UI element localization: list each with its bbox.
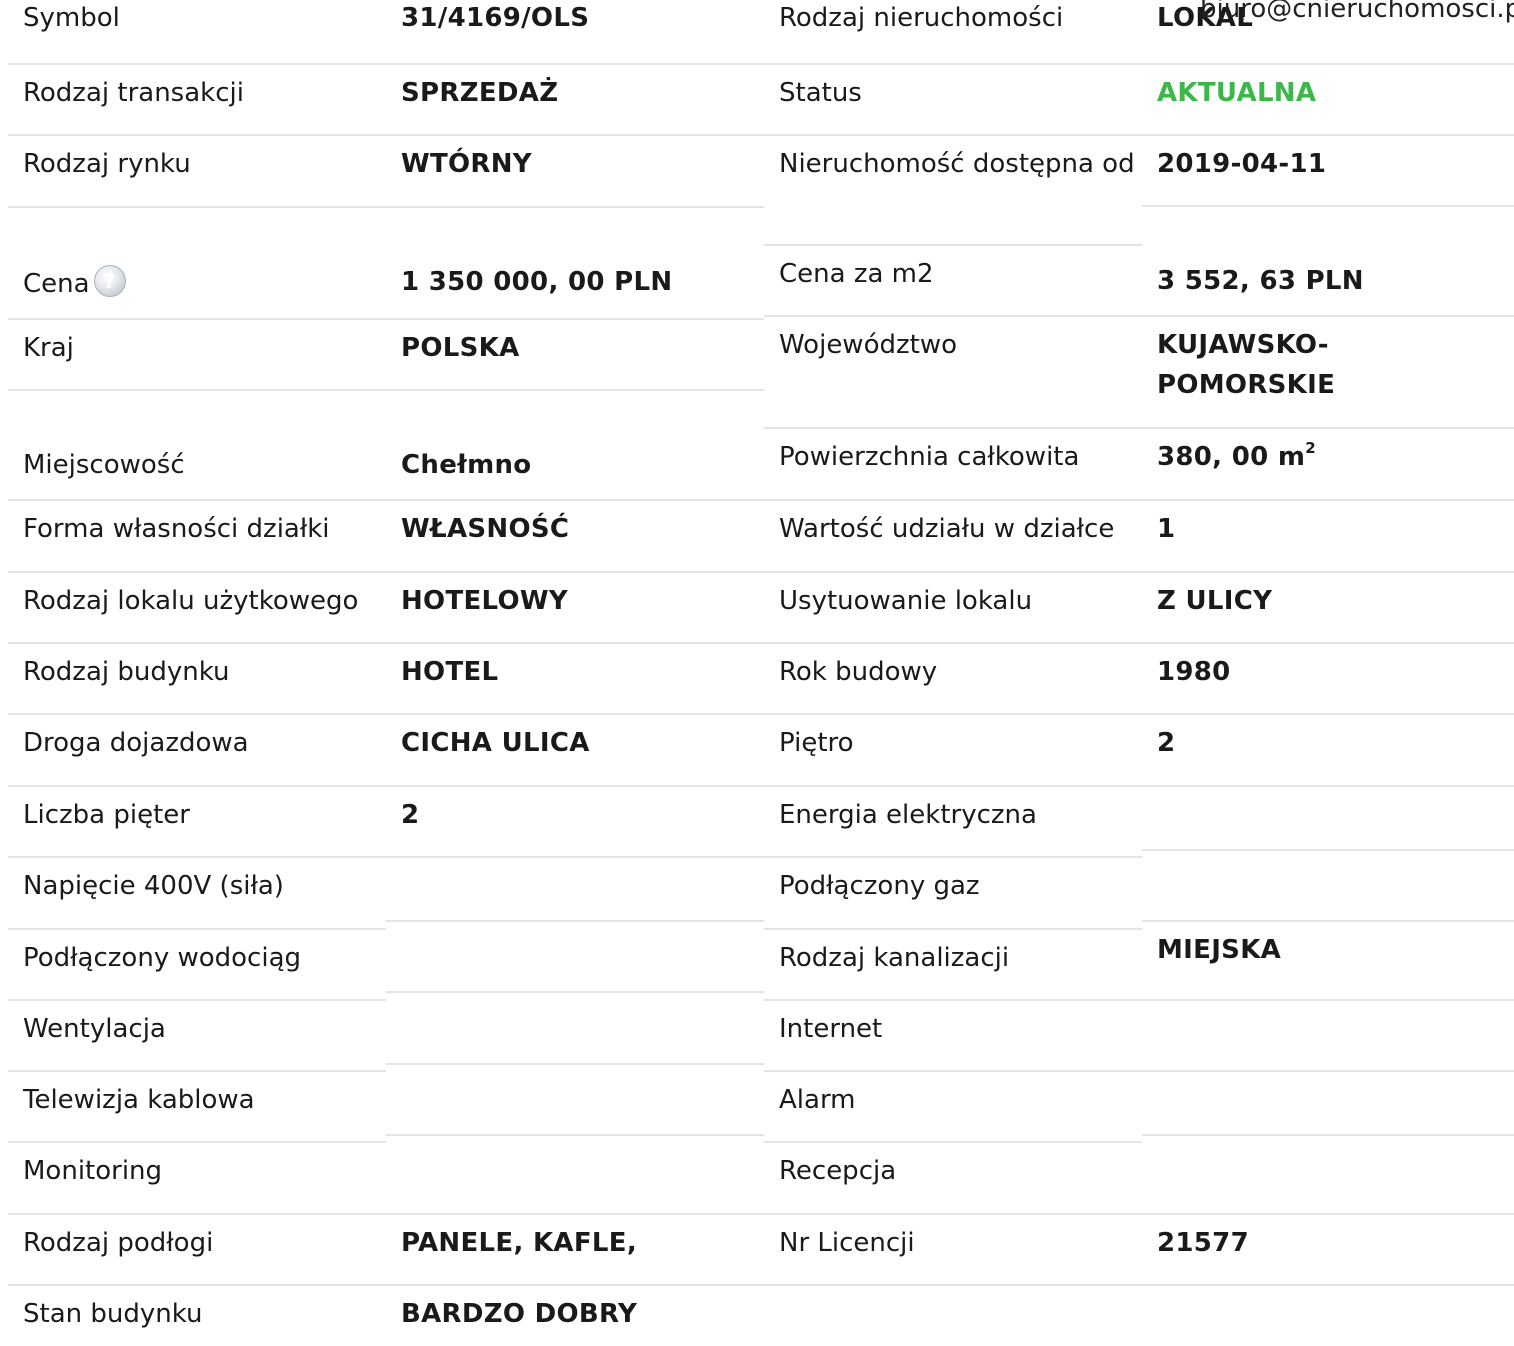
- detail-label: Droga dojazdowa: [8, 715, 386, 787]
- area-unit-superscript: 2: [1305, 439, 1316, 457]
- detail-label: Telewizja kablowa: [8, 1072, 386, 1143]
- detail-value: POLSKA: [386, 320, 764, 391]
- detail-label: Status: [764, 65, 1142, 136]
- detail-label: Stan budynku: [23, 1299, 203, 1329]
- detail-label: Liczba pięter: [8, 787, 386, 858]
- detail-value: BARDZO DOBRY: [401, 1299, 638, 1329]
- detail-label: Cena za m2: [764, 246, 1142, 317]
- detail-label: Monitoring: [8, 1143, 386, 1215]
- detail-value: PANELE, KAFLE,: [386, 1215, 764, 1286]
- detail-label: Piętro: [764, 715, 1142, 787]
- detail-label: Rodzaj kanalizacji: [764, 930, 1142, 1001]
- detail-label: Miejscowość: [8, 391, 386, 501]
- detail-label: Usytuowanie lokalu: [764, 573, 1142, 644]
- detail-value: WTÓRNY: [386, 136, 764, 208]
- detail-label: Kraj: [8, 320, 386, 391]
- detail-label: Rodzaj nieruchomości: [764, 0, 1142, 65]
- contact-email[interactable]: biuro@cnieruchomosci.p: [1200, 0, 1514, 24]
- detail-value: KUJAWSKO-POMORSKIE: [1142, 317, 1514, 429]
- price-label: Cena: [23, 269, 90, 299]
- detail-label: Nieruchomość dostępna od: [764, 136, 1142, 246]
- detail-value: 1 350 000, 00 PLN: [386, 208, 764, 320]
- detail-value: [386, 922, 764, 993]
- status-badge: AKTUALNA: [1142, 65, 1514, 136]
- detail-label: Forma własności działki: [8, 501, 386, 573]
- detail-label: Rodzaj podłogi: [8, 1215, 386, 1286]
- detail-label: Wartość udziału w działce: [764, 501, 1142, 573]
- detail-value: 31/4169/OLS: [386, 0, 764, 65]
- detail-value: CICHA ULICA: [386, 715, 764, 787]
- detail-label: Rodzaj lokalu użytkowego: [8, 573, 386, 644]
- detail-value: [386, 1136, 764, 1215]
- detail-label: Nr Licencji: [764, 1215, 1142, 1286]
- detail-value: 1980: [1142, 644, 1514, 715]
- detail-value: [386, 993, 764, 1065]
- detail-label-price: Cena?: [8, 208, 386, 320]
- detail-label: Napięcie 400V (siła): [8, 858, 386, 930]
- detail-label: Symbol: [8, 0, 386, 65]
- detail-label: Energia elektryczna: [764, 787, 1142, 858]
- detail-value: 2: [386, 787, 764, 858]
- area-value: 380, 00 m: [1157, 442, 1306, 472]
- detail-value: [386, 858, 764, 922]
- detail-label: Rodzaj rynku: [8, 136, 386, 208]
- detail-value: Chełmno: [386, 391, 764, 501]
- detail-value: 3 552, 63 PLN: [1142, 207, 1514, 317]
- detail-value: 1: [1142, 501, 1514, 573]
- detail-label: Rodzaj budynku: [8, 644, 386, 715]
- detail-label: Wentylacja: [8, 1001, 386, 1072]
- detail-value: 2019-04-11: [1142, 136, 1514, 207]
- detail-value: [1142, 851, 1514, 922]
- detail-label: Podłączony gaz: [764, 858, 1142, 930]
- detail-value: Z ULICY: [1142, 573, 1514, 644]
- detail-value: [1142, 1136, 1514, 1215]
- detail-value: [1142, 787, 1514, 851]
- detail-label: Rok budowy: [764, 644, 1142, 715]
- detail-value: HOTELOWY: [386, 573, 764, 644]
- detail-value: WŁASNOŚĆ: [386, 501, 764, 573]
- detail-value: 21577: [1142, 1215, 1514, 1286]
- detail-label: Rodzaj transakcji: [8, 65, 386, 136]
- question-icon[interactable]: ?: [93, 265, 126, 297]
- detail-value: [1142, 1001, 1514, 1072]
- detail-value: SPRZEDAŻ: [386, 65, 764, 136]
- detail-value-area: 380, 00 m2: [1142, 429, 1514, 501]
- detail-label: Recepcja: [764, 1143, 1142, 1215]
- detail-label: Województwo: [764, 317, 1142, 429]
- detail-value: 2: [1142, 715, 1514, 787]
- detail-value: [386, 1065, 764, 1136]
- detail-value: HOTEL: [386, 644, 764, 715]
- detail-value: [1142, 1072, 1514, 1136]
- detail-label: Internet: [764, 1001, 1142, 1072]
- detail-value: MIEJSKA: [1142, 922, 1514, 1001]
- detail-label: Powierzchnia całkowita: [764, 429, 1142, 501]
- detail-label: Alarm: [764, 1072, 1142, 1143]
- detail-label: Podłączony wodociąg: [8, 930, 386, 1001]
